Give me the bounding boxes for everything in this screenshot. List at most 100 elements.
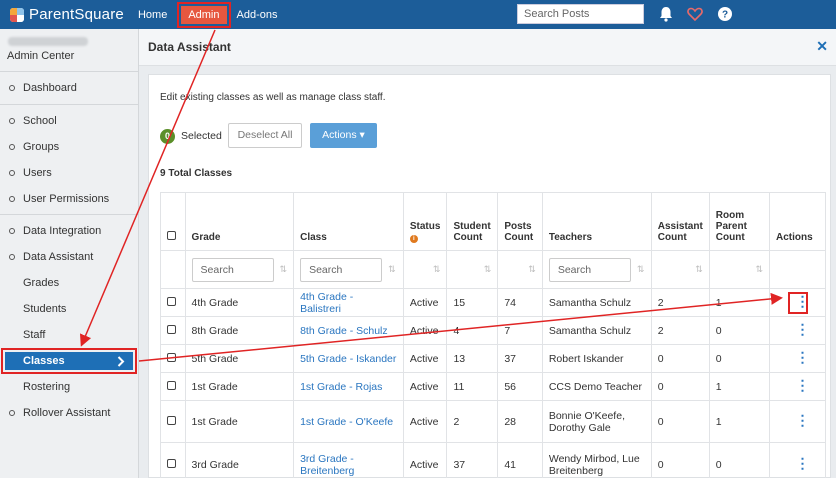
sort-icon[interactable]: ⇅ [658, 264, 703, 275]
select-all-checkbox[interactable] [167, 231, 176, 240]
status-cell: Active [402, 344, 448, 373]
grade-cell: 8th Grade [184, 316, 295, 345]
page-title: Data Assistant [148, 40, 231, 54]
col-teachers[interactable]: Teachers [541, 192, 652, 251]
classes-card: Edit existing classes as well as manage … [148, 74, 831, 478]
teachers-cell: Robert Iskander [541, 344, 652, 373]
info-icon[interactable]: i [409, 235, 418, 243]
posts-count-cell: 7 [497, 316, 543, 345]
page-header: Data Assistant ✕ [139, 29, 836, 66]
top-navigation-bar: ParentSquare Home Admin Add-ons [0, 0, 836, 29]
kebab-icon[interactable]: ⋮ [796, 378, 810, 392]
kebab-icon[interactable]: ⋮ [796, 322, 810, 336]
parentsquare-logo[interactable]: ParentSquare [10, 6, 124, 23]
sidebar-item-data-integration[interactable]: Data Integration [0, 222, 139, 240]
col-grade[interactable]: Grade [184, 192, 295, 251]
room-parent-count-cell: 1 [708, 372, 771, 401]
deselect-all-button[interactable]: Deselect All [228, 123, 302, 148]
sidebar-item-groups[interactable]: Groups [0, 138, 139, 156]
col-status[interactable]: Status i [402, 192, 448, 251]
row-actions-highlight[interactable]: ⋮ [787, 291, 810, 314]
kebab-icon[interactable]: ⋮ [796, 350, 810, 364]
row-checkbox[interactable] [167, 415, 176, 425]
sidebar-item-students[interactable]: Students [0, 300, 139, 318]
nav-home[interactable]: Home [138, 9, 167, 21]
filter-row: Search ⇅ Search ⇅ ⇅ ⇅ ⇅ Search ⇅ ⇅ ⇅ [160, 250, 826, 289]
sort-icon[interactable]: ⇅ [716, 264, 763, 275]
row-checkbox[interactable] [167, 352, 176, 362]
room-parent-count-cell: 0 [708, 344, 771, 373]
row-checkbox[interactable] [167, 324, 176, 334]
status-cell: Active [402, 288, 448, 317]
col-actions: Actions [769, 192, 826, 251]
sidebar-item-classes-label: Classes [23, 355, 65, 367]
grade-cell: 4th Grade [184, 288, 295, 317]
nav-add-ons[interactable]: Add-ons [237, 9, 278, 21]
teachers-cell: Wendy Mirbod, Lue Breitenberg [541, 442, 652, 478]
col-student-count[interactable]: Student Count [446, 192, 499, 251]
svg-text:?: ? [722, 10, 728, 21]
sidebar-item-users[interactable]: Users [0, 164, 139, 182]
heart-icon[interactable] [686, 5, 704, 23]
student-count-cell: 37 [446, 442, 499, 478]
teachers-search-input[interactable]: Search [548, 257, 631, 282]
class-search-input[interactable]: Search [300, 257, 383, 282]
kebab-icon[interactable]: ⋮ [796, 456, 810, 470]
sidebar-item-grades[interactable]: Grades [0, 274, 139, 292]
row-checkbox[interactable] [167, 458, 176, 468]
status-cell: Active [402, 316, 448, 345]
kebab-icon[interactable]: ⋮ [796, 294, 810, 308]
selected-label: Selected [181, 130, 222, 142]
class-link[interactable]: 5th Grade - Iskander [300, 353, 396, 365]
sort-icon[interactable]: ⇅ [388, 264, 396, 275]
sort-icon[interactable]: ⇅ [453, 264, 492, 275]
posts-count-cell: 74 [497, 288, 543, 317]
sidebar-item-staff[interactable]: Staff [0, 326, 139, 344]
col-class[interactable]: Class [293, 192, 404, 251]
bullet-icon [9, 118, 15, 124]
classes-table: Grade Class Status i Student Count Posts … [160, 192, 826, 478]
close-icon[interactable]: ✕ [816, 38, 828, 55]
help-icon[interactable]: ? [716, 5, 734, 23]
kebab-icon[interactable]: ⋮ [796, 413, 810, 427]
assistant-count-cell: 2 [650, 316, 710, 345]
teachers-cell: Samantha Schulz [541, 316, 652, 345]
class-link[interactable]: 1st Grade - O'Keefe [300, 416, 393, 428]
row-checkbox[interactable] [167, 296, 176, 306]
sidebar-item-school[interactable]: School [0, 112, 139, 130]
col-posts-count[interactable]: Posts Count [497, 192, 543, 251]
class-link[interactable]: 1st Grade - Rojas [300, 381, 382, 393]
sidebar-item-data-assistant[interactable]: Data Assistant [0, 248, 139, 266]
sort-icon[interactable]: ⇅ [410, 264, 441, 275]
assistant-count-cell: 0 [650, 372, 710, 401]
sidebar-item-dashboard[interactable]: Dashboard [0, 79, 139, 97]
class-link[interactable]: 3rd Grade - Breitenberg [300, 453, 354, 477]
sidebar-item-rostering[interactable]: Rostering [0, 378, 139, 396]
bell-icon[interactable] [657, 5, 675, 23]
class-link[interactable]: 4th Grade - Balistreri [300, 291, 353, 315]
posts-count-cell: 41 [497, 442, 543, 478]
admin-sidebar: Admin Center Dashboard School Groups Use… [0, 29, 139, 478]
assistant-count-cell: 0 [650, 344, 710, 373]
col-assistant-count[interactable]: Assistant Count [650, 192, 710, 251]
bullet-icon [9, 144, 15, 150]
table-row: 3rd Grade 3rd Grade - Breitenberg Active… [160, 442, 826, 478]
sort-icon[interactable]: ⇅ [504, 264, 536, 275]
sidebar-item-classes[interactable]: Classes [1, 348, 137, 374]
class-link[interactable]: 8th Grade - Schulz [300, 325, 388, 337]
search-posts-input[interactable]: Search Posts [517, 4, 644, 24]
table-row: 8th Grade 8th Grade - Schulz Active 4 7 … [160, 316, 826, 345]
sidebar-item-rollover-assistant[interactable]: Rollover Assistant [0, 404, 139, 422]
col-room-parent-count[interactable]: Room Parent Count [708, 192, 771, 251]
status-cell: Active [402, 442, 448, 478]
logo-text: ParentSquare [29, 6, 124, 23]
sort-icon[interactable]: ⇅ [637, 264, 645, 275]
sidebar-item-user-permissions[interactable]: User Permissions [0, 190, 139, 208]
sort-icon[interactable]: ⇅ [280, 264, 288, 275]
nav-admin[interactable]: Admin [177, 1, 231, 28]
grade-search-input[interactable]: Search [191, 257, 274, 282]
actions-dropdown-button[interactable]: Actions ▾ [310, 123, 377, 148]
student-count-cell: 13 [446, 344, 499, 373]
select-all-cell[interactable] [160, 192, 186, 251]
row-checkbox[interactable] [167, 380, 176, 390]
